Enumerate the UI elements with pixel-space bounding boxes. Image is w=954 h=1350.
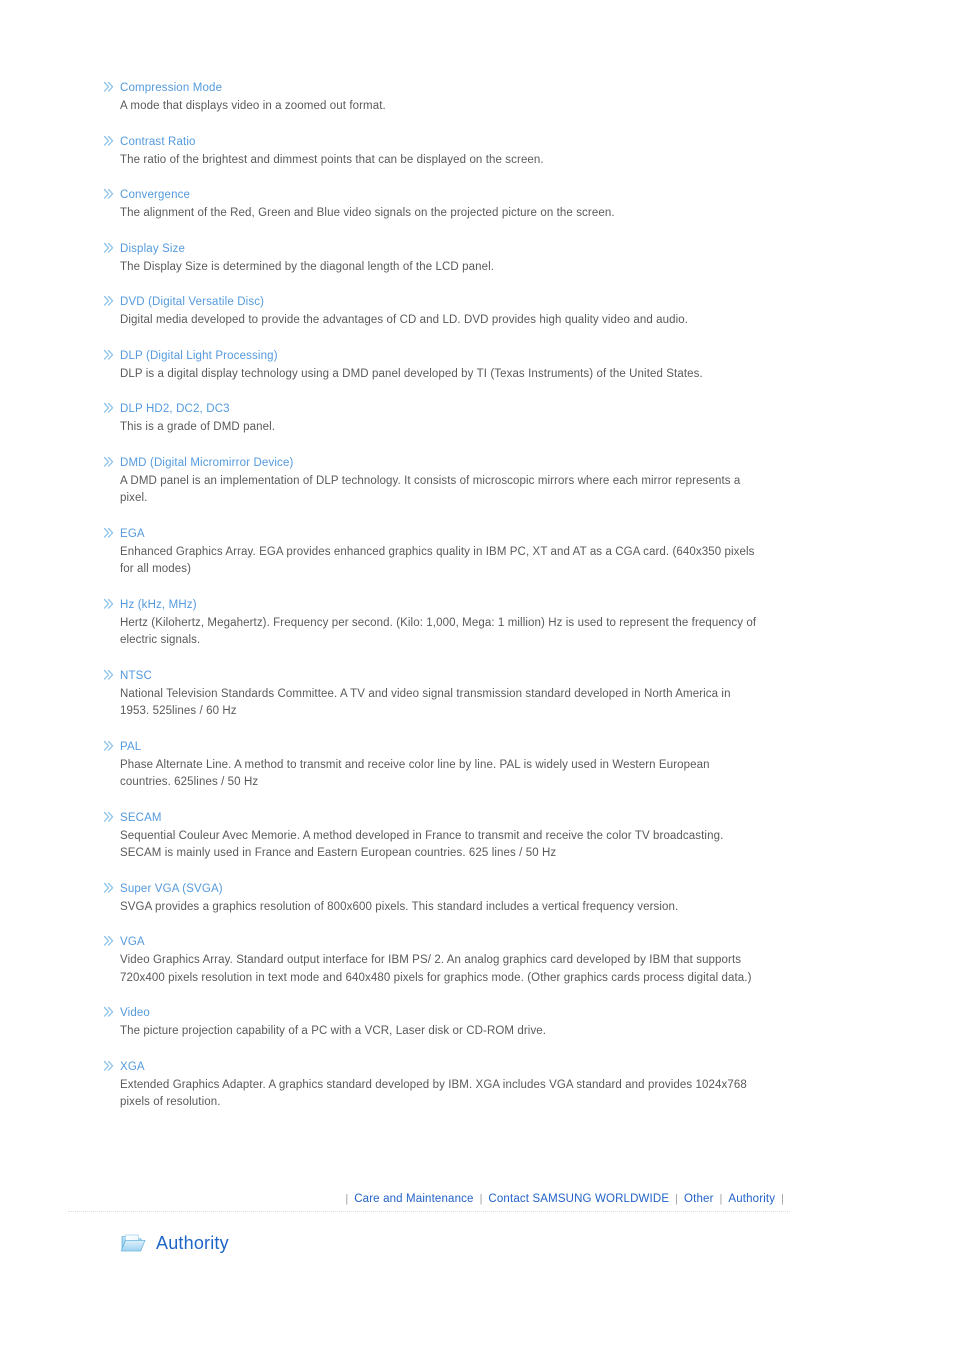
glossary-term-row: SECAM — [103, 810, 863, 825]
footer-link-other[interactable]: Other — [684, 1193, 714, 1205]
glossary-entry: SECAM Sequential Couleur Avec Memorie. A … — [103, 810, 863, 863]
section-title-label: Authority — [156, 1233, 229, 1253]
glossary-entry: DMD (Digital Micromirror Device) A DMD pa… — [103, 455, 863, 508]
glossary-term-row: Contrast Ratio — [103, 134, 863, 149]
glossary-entry: Compression Mode A mode that displays vid… — [103, 80, 863, 116]
glossary-term-row: VGA — [103, 934, 863, 949]
nav-separator: | — [675, 1193, 679, 1205]
footer-divider — [68, 1211, 790, 1213]
glossary-definition: Extended Graphics Adapter. A graphics st… — [120, 1078, 747, 1109]
glossary-entry: NTSC National Television Standards Commit… — [103, 668, 863, 721]
footer-link-contact-samsung-worldwide[interactable]: Contact SAMSUNG WORLDWIDE — [488, 1193, 669, 1205]
nav-separator: | — [345, 1193, 349, 1205]
glossary-term-row: Compression Mode — [103, 80, 863, 95]
glossary-entry: Super VGA (SVGA) SVGA provides a graphics… — [103, 881, 863, 917]
glossary-definition: Sequential Couleur Avec Memorie. A metho… — [120, 829, 724, 860]
glossary-term: SECAM — [120, 811, 162, 824]
glossary-term: DLP HD2, DC2, DC3 — [120, 403, 230, 415]
glossary-definition: The alignment of the Red, Green and Blue… — [120, 207, 615, 219]
glossary-definition: DLP is a digital display technology usin… — [120, 367, 703, 380]
glossary-term: DMD (Digital Micromirror Device) — [120, 456, 294, 469]
glossary-term: Video — [120, 1007, 150, 1019]
nav-separator: | — [719, 1193, 723, 1205]
glossary-term-row: EGA — [103, 526, 863, 541]
glossary-definition: The Display Size is determined by the di… — [120, 260, 495, 273]
glossary-entry: DLP HD2, DC2, DC3 This is a grade of DMD … — [103, 401, 863, 437]
glossary-definition: This is a grade of DMD panel. — [120, 421, 276, 433]
glossary-term: VGA — [120, 936, 145, 948]
glossary-term: DVD (Digital Versatile Disc) — [120, 296, 265, 308]
glossary-definition: Video Graphics Array. Standard output in… — [120, 954, 752, 984]
glossary-term: Contrast Ratio — [120, 135, 196, 148]
glossary-definition: A DMD panel is an implementation of DLP … — [120, 474, 741, 505]
nav-separator: | — [781, 1193, 784, 1205]
glossary-term: Compression Mode — [120, 82, 223, 94]
glossary-entry: Contrast Ratio The ratio of the brightest… — [103, 134, 863, 170]
glossary-term-row: Display Size — [103, 241, 863, 256]
glossary-term: Hz (kHz, MHz) — [120, 598, 197, 611]
glossary-list: Compression Mode A mode that displays vid… — [103, 80, 863, 1130]
glossary-definition: SVGA provides a graphics resolution of 8… — [120, 900, 679, 913]
glossary-definition: The ratio of the brightest and dimmest p… — [120, 153, 544, 166]
footer-link-authority[interactable]: Authority — [728, 1193, 775, 1205]
glossary-term: DLP (Digital Light Processing) — [120, 349, 278, 362]
section-title: Authority — [120, 1231, 229, 1255]
glossary-definition: The picture projection capability of a P… — [120, 1025, 547, 1037]
glossary-term-row: XGA — [103, 1059, 863, 1074]
glossary-entry: Video The picture projection capability o… — [103, 1005, 863, 1041]
glossary-term: Display Size — [120, 242, 186, 255]
glossary-term-row: DLP HD2, DC2, DC3 — [103, 401, 863, 416]
glossary-definition: Enhanced Graphics Array. EGA provides en… — [120, 545, 755, 576]
glossary-term: PAL — [120, 740, 142, 753]
glossary-term-row: DMD (Digital Micromirror Device) — [103, 455, 863, 470]
glossary-entry: PAL Phase Alternate Line. A method to tra… — [103, 739, 863, 792]
glossary-definition: Digital media developed to provide the a… — [120, 314, 689, 326]
glossary-term-row: PAL — [103, 739, 863, 754]
glossary-term-row: Hz (kHz, MHz) — [103, 597, 863, 612]
glossary-term: EGA — [120, 527, 145, 540]
glossary-entry: DVD (Digital Versatile Disc) Digital medi… — [103, 294, 863, 330]
glossary-entry: EGA Enhanced Graphics Array. EGA provides… — [103, 526, 863, 579]
glossary-definition: National Television Standards Committee.… — [120, 687, 731, 718]
glossary-term: NTSC — [120, 669, 152, 682]
glossary-term-row: Convergence — [103, 187, 863, 202]
glossary-definition: A mode that displays video in a zoomed o… — [120, 100, 386, 112]
footer-navigation: | Care and Maintenance | Contact SAMSUNG WO… — [0, 1192, 790, 1207]
glossary-term-row: DVD (Digital Versatile Disc) — [103, 294, 863, 309]
glossary-definition: Hertz (Kilohertz, Megahertz). Frequency … — [120, 616, 757, 647]
glossary-entry: Hz (kHz, MHz) Hertz (Kilohertz, Megahertz… — [103, 597, 863, 650]
glossary-entry: Display Size The Display Size is determin… — [103, 241, 863, 277]
glossary-page: Compression Mode A mode that displays vid… — [0, 0, 954, 1350]
glossary-entry: Convergence The alignment of the Red, Gre… — [103, 187, 863, 223]
glossary-entry: DLP (Digital Light Processing) DLP is a d… — [103, 348, 863, 384]
glossary-term-row: Super VGA (SVGA) — [103, 881, 863, 896]
glossary-term-row: DLP (Digital Light Processing) — [103, 348, 863, 363]
footer-link-care-and-maintenance[interactable]: Care and Maintenance — [354, 1193, 473, 1205]
glossary-term: Convergence — [120, 189, 191, 201]
glossary-term-row: Video — [103, 1005, 863, 1020]
folder-icon — [120, 1231, 146, 1255]
glossary-term: XGA — [120, 1060, 145, 1073]
glossary-entry: XGA Extended Graphics Adapter. A graphics… — [103, 1059, 863, 1112]
glossary-entry: VGA Video Graphics Array. Standard output… — [103, 934, 863, 987]
glossary-term: Super VGA (SVGA) — [120, 882, 223, 895]
glossary-term-row: NTSC — [103, 668, 863, 683]
nav-separator: | — [479, 1193, 483, 1205]
glossary-definition: Phase Alternate Line. A method to transm… — [120, 758, 710, 789]
